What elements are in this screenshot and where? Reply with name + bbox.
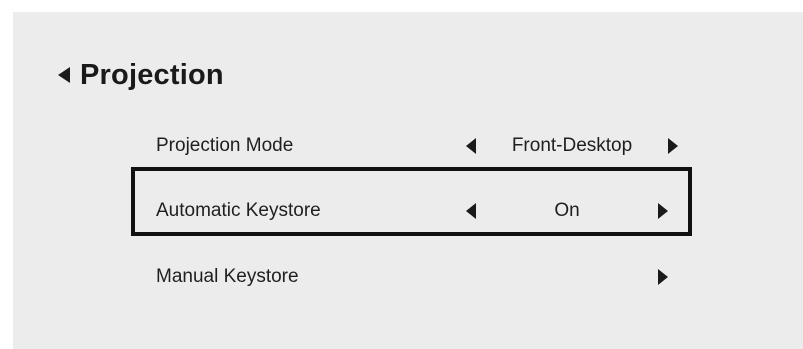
menu-item-automatic-keystore[interactable]: Automatic Keystore On	[156, 193, 696, 229]
menu-item-label: Automatic Keystore	[156, 200, 321, 221]
value-selector[interactable]: On	[466, 193, 668, 229]
page-title: Projection	[80, 58, 224, 91]
back-triangle-icon[interactable]	[58, 67, 70, 83]
menu-item-label: Projection Mode	[156, 135, 294, 156]
header: Projection	[58, 55, 224, 95]
menu-item-label: Manual Keystore	[156, 266, 299, 287]
menu-item-projection-mode[interactable]: Projection Mode Front-Desktop	[156, 128, 696, 164]
right-arrow-icon[interactable]	[668, 138, 678, 154]
settings-panel: Projection Projection Mode Front-Desktop…	[13, 12, 803, 349]
left-arrow-icon[interactable]	[466, 203, 476, 219]
menu-item-manual-keystore[interactable]: Manual Keystore	[156, 259, 696, 295]
right-arrow-icon[interactable]	[658, 203, 668, 219]
value-selector[interactable]: Front-Desktop	[466, 128, 678, 164]
menu-item-value: On	[554, 200, 580, 221]
value-selector[interactable]	[466, 259, 668, 295]
left-arrow-icon[interactable]	[466, 138, 476, 154]
right-arrow-icon[interactable]	[658, 269, 668, 285]
menu-item-value: Front-Desktop	[511, 135, 633, 156]
